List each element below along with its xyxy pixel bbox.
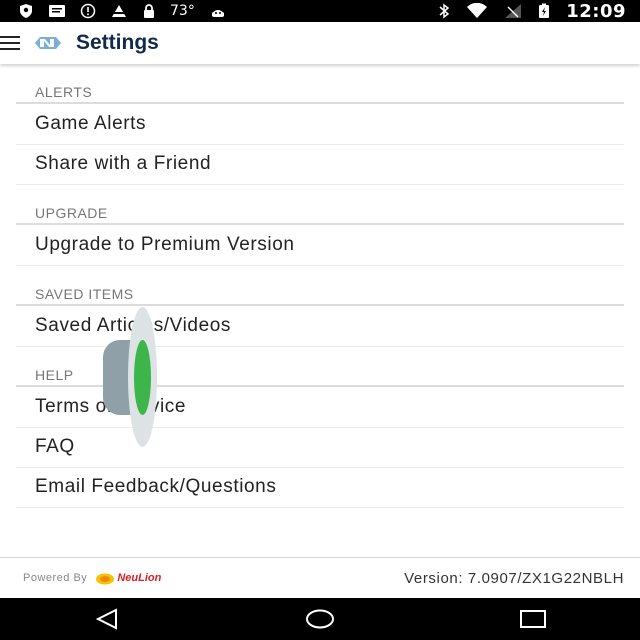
page-title: Settings <box>76 31 159 54</box>
section-header-upgrade: UPGRADE <box>35 205 108 221</box>
settings-item-label: Share with a Friend <box>35 153 212 174</box>
recents-square-icon <box>520 610 547 628</box>
neulion-logo: NeuLion <box>95 571 161 585</box>
home-button[interactable] <box>290 598 350 640</box>
section-header-help: HELP <box>35 367 74 383</box>
settings-item-label: Upgrade to Premium Version <box>35 234 295 255</box>
lock-icon <box>142 3 156 19</box>
settings-item-label: FAQ <box>35 436 75 457</box>
divider <box>16 507 624 508</box>
settings-item-saved-articles[interactable]: Saved Articles/Videos <box>16 306 624 346</box>
neulion-lion-icon <box>96 573 115 585</box>
wifi-icon <box>466 3 488 19</box>
temperature-text: 73° <box>170 3 195 19</box>
settings-item-email-feedback[interactable]: Email Feedback/Questions <box>16 467 624 507</box>
clock-text: 12:09 <box>566 0 626 22</box>
settings-item-faq[interactable]: FAQ <box>16 427 624 467</box>
signal-icon <box>504 3 522 19</box>
hamburger-menu-icon[interactable] <box>0 36 20 50</box>
floating-overlay-indicator <box>134 340 151 415</box>
message-icon <box>48 3 66 19</box>
settings-list: ALERTS Game Alerts Share with a Friend U… <box>0 64 640 558</box>
android-icon <box>209 3 227 19</box>
powered-by-text: Powered By <box>23 572 88 584</box>
footer: Powered By NeuLion Version: 7.0907/ZX1G2… <box>0 558 640 598</box>
battery-icon <box>538 3 550 19</box>
settings-item-upgrade-premium[interactable]: Upgrade to Premium Version <box>16 225 624 265</box>
bluetooth-icon <box>438 3 450 19</box>
fantasy-app-icon <box>110 3 128 19</box>
neulion-brand-text: NeuLion <box>117 572 162 584</box>
navigation-bar <box>0 598 640 640</box>
divider <box>16 265 624 266</box>
settings-item-game-alerts[interactable]: Game Alerts <box>16 104 624 144</box>
team-logo-icon <box>34 35 62 51</box>
shield-icon <box>18 3 34 19</box>
recents-button[interactable] <box>503 598 563 640</box>
settings-item-label: Email Feedback/Questions <box>35 476 277 497</box>
back-triangle-icon <box>95 608 117 630</box>
status-bar: 73° 12:09 <box>0 0 640 22</box>
version-text: Version: 7.0907/ZX1G22NBLH <box>404 569 624 587</box>
settings-item-label: Game Alerts <box>35 113 147 134</box>
alert-circle-icon <box>80 3 96 19</box>
settings-item-share-with-friend[interactable]: Share with a Friend <box>16 144 624 184</box>
home-circle-icon <box>305 609 334 629</box>
back-button[interactable] <box>77 598 137 640</box>
section-header-saved-items: SAVED ITEMS <box>35 286 134 302</box>
section-header-alerts: ALERTS <box>35 84 93 100</box>
app-bar: Settings <box>0 22 640 64</box>
divider <box>16 184 624 185</box>
